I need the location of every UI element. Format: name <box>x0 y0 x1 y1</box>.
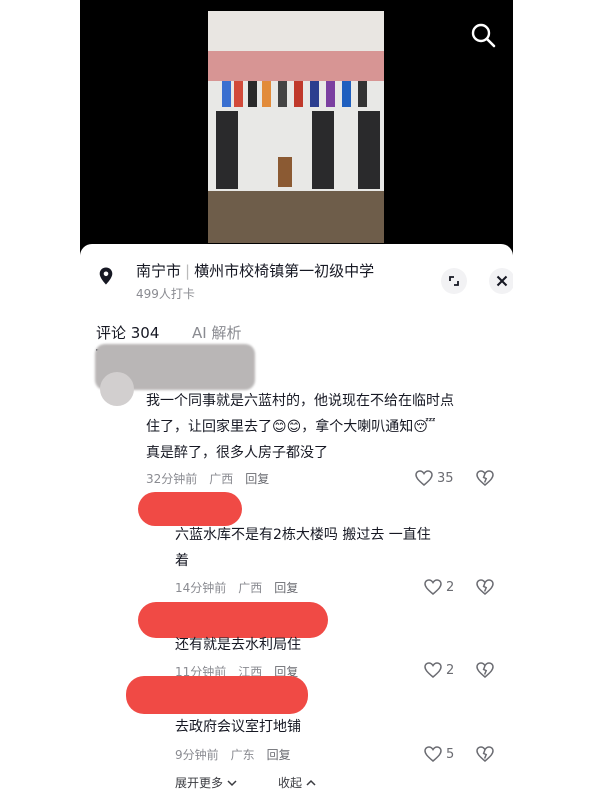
redacted-username <box>126 676 308 714</box>
comment-text: 去政府会议室打地铺 <box>175 719 301 735</box>
heart-icon <box>424 662 442 678</box>
redacted-username <box>138 492 242 526</box>
location-bar[interactable]: 南宁市 | 横州市校椅镇第一初级中学 499人打卡 <box>96 258 513 302</box>
checkin-count: 499人打卡 <box>136 287 195 301</box>
heart-icon <box>415 470 433 486</box>
expand-icon <box>449 276 459 286</box>
fullscreen-button[interactable] <box>441 268 467 294</box>
comment-meta: 9分钟前 广东 回复 <box>175 748 291 762</box>
like-button[interactable]: 5 <box>424 744 474 766</box>
reply-button[interactable]: 回复 <box>245 472 269 486</box>
tab-ai-analysis[interactable]: AI 解析 <box>192 322 241 343</box>
app-frame: 南宁市 | 横州市校椅镇第一初级中学 499人打卡 评论 304 AI 解析 我… <box>80 0 513 800</box>
collapse-button[interactable]: 收起 <box>278 774 316 791</box>
chevron-down-icon <box>227 780 237 787</box>
broken-heart-icon <box>476 746 494 762</box>
broken-heart-icon <box>476 662 494 678</box>
dislike-button[interactable] <box>476 662 496 682</box>
avatar[interactable] <box>100 372 134 406</box>
close-icon <box>496 275 508 287</box>
dislike-button[interactable] <box>476 470 496 490</box>
heart-icon <box>424 579 442 595</box>
video-thumbnail <box>208 11 384 243</box>
comment-text: 六蓝水库不是有2栋大楼吗 搬过去 一直住 着 <box>175 527 431 569</box>
location-title[interactable]: 南宁市 | 横州市校椅镇第一初级中学 <box>136 260 374 281</box>
comment-meta: 14分钟前 广西 回复 <box>175 581 299 595</box>
comment-text: 我一个同事就是六蓝村的，他说现在不给在临时点 住了，让回家里去了😊😊，拿个大喇叭… <box>146 393 454 461</box>
like-count: 35 <box>437 471 454 486</box>
reply-button[interactable]: 回复 <box>267 748 291 762</box>
comment-text: 还有就是去水利局住 <box>175 637 301 653</box>
like-button[interactable]: 35 <box>415 468 465 490</box>
comment-meta: 32分钟前 广西 回复 <box>146 472 270 486</box>
location-place: 横州市校椅镇第一初级中学 <box>194 262 375 280</box>
reply-button[interactable]: 回复 <box>274 581 298 595</box>
expand-more-button[interactable]: 展开更多 <box>175 774 237 791</box>
video-player[interactable] <box>80 0 513 260</box>
search-button[interactable] <box>468 20 498 50</box>
broken-heart-icon <box>476 470 494 486</box>
search-icon <box>471 23 496 48</box>
dislike-button[interactable] <box>476 746 496 766</box>
chevron-up-icon <box>306 779 316 786</box>
broken-heart-icon <box>476 579 494 595</box>
like-count: 2 <box>446 580 455 595</box>
location-pin-icon <box>99 267 113 285</box>
like-count: 5 <box>446 747 455 762</box>
location-city: 南宁市 <box>136 262 182 280</box>
close-button[interactable] <box>489 268 513 294</box>
heart-icon <box>424 746 442 762</box>
comment-sheet: 南宁市 | 横州市校椅镇第一初级中学 499人打卡 评论 304 AI 解析 我… <box>80 244 513 800</box>
like-button[interactable]: 2 <box>424 660 474 682</box>
like-count: 2 <box>446 663 455 678</box>
like-button[interactable]: 2 <box>424 577 474 599</box>
tab-comments[interactable]: 评论 304 <box>96 322 159 343</box>
dislike-button[interactable] <box>476 579 496 599</box>
